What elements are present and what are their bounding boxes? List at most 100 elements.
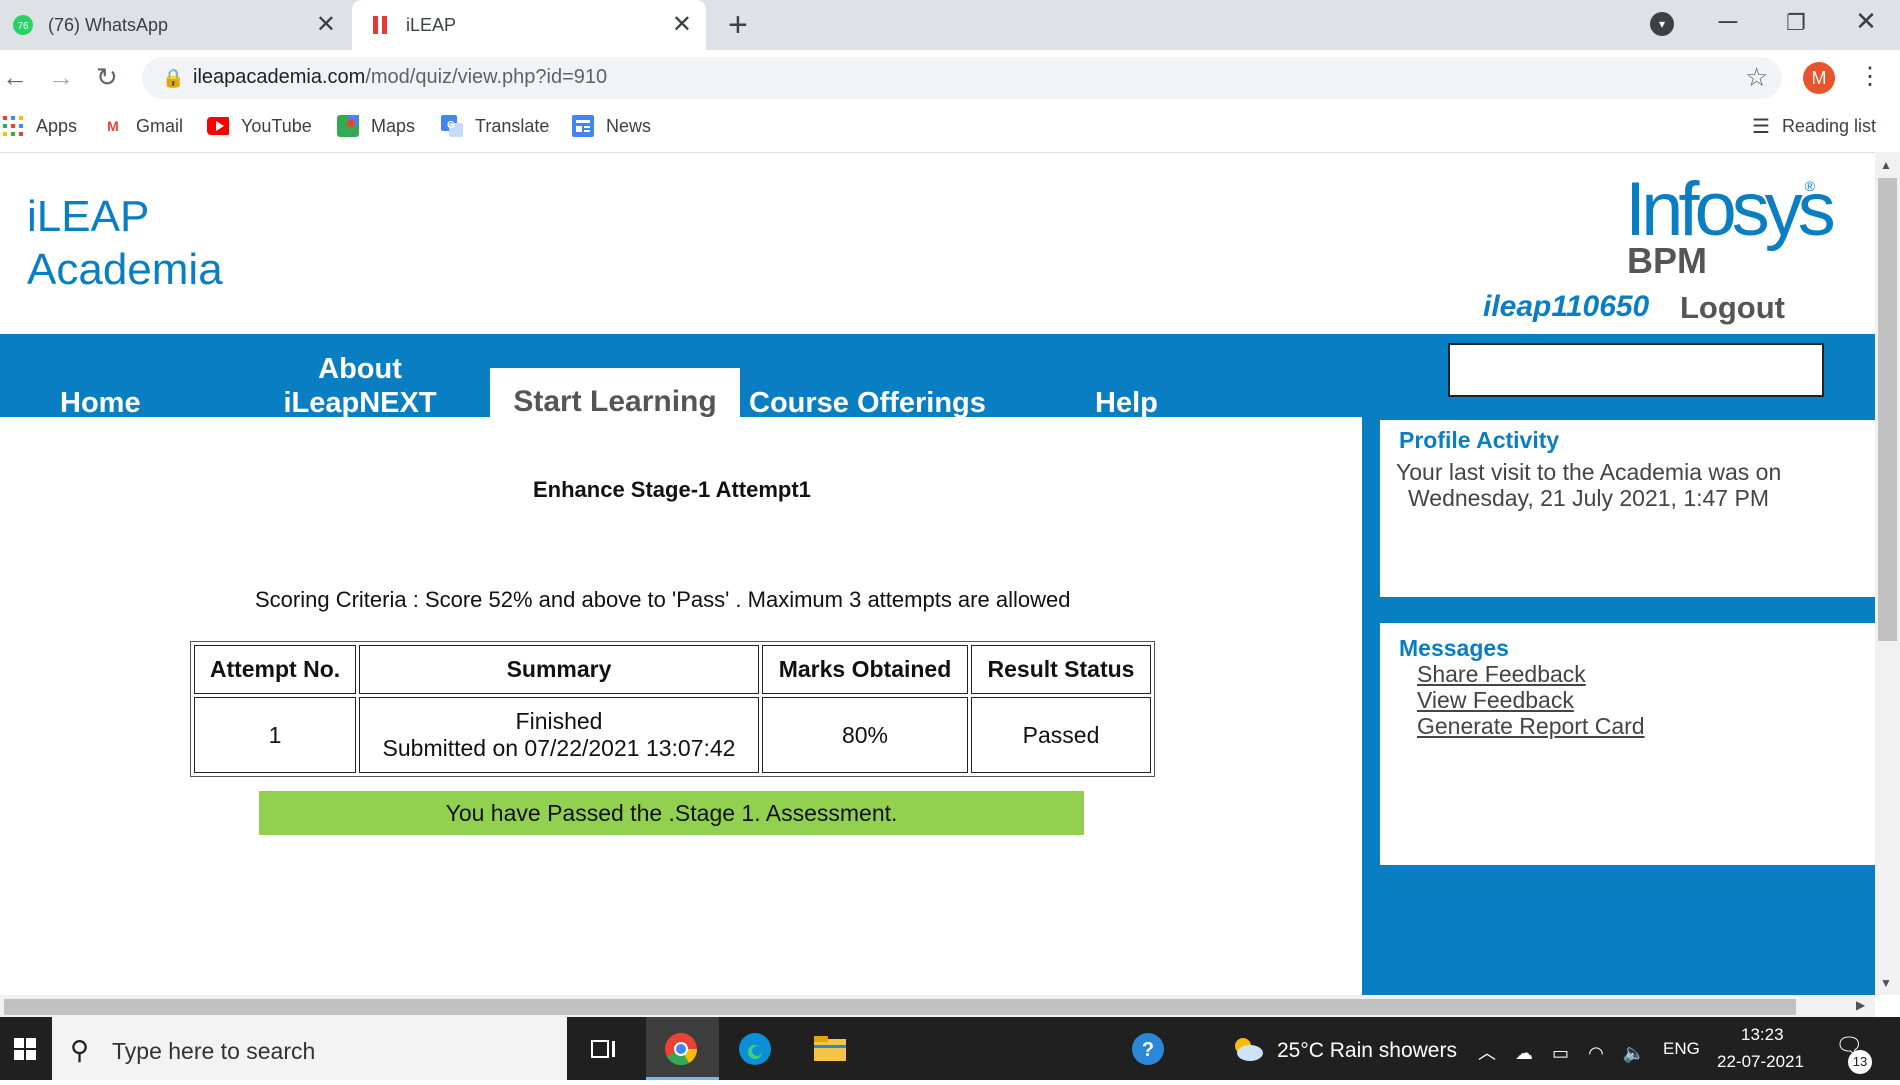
profile-activity-heading: Profile Activity: [1399, 427, 1560, 453]
tab-ileap[interactable]: iLEAP ✕: [352, 0, 706, 50]
scroll-down-arrow-icon[interactable]: ▼: [1880, 976, 1892, 990]
bookmark-label: Gmail: [136, 115, 184, 136]
bookmark-youtube[interactable]: YouTube: [207, 114, 312, 138]
language-indicator[interactable]: ENG: [1663, 1039, 1700, 1059]
task-view-icon[interactable]: [584, 1029, 624, 1069]
youtube-icon: [207, 115, 229, 137]
scoring-criteria: Scoring Criteria : Score 52% and above t…: [255, 587, 1071, 612]
back-icon[interactable]: ←: [2, 62, 28, 93]
generate-report-card-link[interactable]: Generate Report Card: [1417, 713, 1645, 740]
weather-icon[interactable]: [1228, 1029, 1268, 1069]
infosys-bpm-logo: Infosys BPM ®: [1625, 167, 1836, 282]
bookmark-star-icon[interactable]: ☆: [1745, 62, 1768, 93]
search-icon: ⚲: [70, 1035, 90, 1065]
bookmark-apps[interactable]: Apps: [2, 114, 77, 138]
vertical-scroll-thumb[interactable]: [1878, 178, 1897, 641]
clock-time[interactable]: 13:23: [1741, 1025, 1784, 1045]
nav-about[interactable]: About iLeapNEXT: [270, 352, 450, 420]
bookmark-maps[interactable]: Maps: [337, 114, 415, 138]
site-title[interactable]: iLEAP Academia: [27, 190, 223, 296]
bookmark-gmail[interactable]: M Gmail: [102, 114, 183, 138]
username-link[interactable]: ileap110650: [1483, 290, 1649, 324]
svg-text:?: ?: [1142, 1039, 1154, 1061]
close-tab-icon[interactable]: ✕: [672, 10, 692, 39]
column-header: Attempt No.: [194, 645, 356, 694]
reload-icon[interactable]: ↻: [96, 62, 118, 93]
forward-icon[interactable]: →: [48, 62, 74, 93]
edge-icon[interactable]: [735, 1029, 775, 1069]
profile-avatar[interactable]: M: [1803, 62, 1835, 94]
close-window-icon[interactable]: ✕: [1846, 6, 1886, 37]
chevron-up-icon[interactable]: ︿: [1478, 1043, 1496, 1063]
logo-brand: Infosys: [1625, 167, 1836, 252]
nav-help[interactable]: Help: [1095, 387, 1158, 420]
logo-sub: BPM: [1627, 240, 1707, 281]
new-tab-button[interactable]: +: [728, 6, 748, 45]
reading-list-label: Reading list: [1781, 116, 1876, 136]
chrome-icon[interactable]: [661, 1029, 701, 1069]
taskbar-search-placeholder: Type here to search: [112, 1038, 316, 1064]
translate-icon: G: [441, 115, 463, 137]
bookmark-label: Maps: [371, 115, 416, 136]
restore-icon[interactable]: ❐: [1776, 10, 1816, 36]
help-icon[interactable]: ?: [1128, 1029, 1168, 1069]
bookmark-translate[interactable]: G Translate: [441, 114, 549, 138]
bookmark-news[interactable]: News: [572, 114, 651, 138]
start-button[interactable]: [0, 1017, 52, 1080]
reading-list-button[interactable]: ☰ Reading list: [1752, 114, 1876, 139]
site-title-line1: iLEAP: [27, 192, 150, 241]
scroll-up-arrow-icon[interactable]: ▲: [1880, 158, 1892, 172]
apps-grid-icon: [2, 115, 24, 137]
messages-heading: Messages: [1399, 635, 1509, 661]
wifi-icon[interactable]: ◠: [1588, 1043, 1604, 1063]
column-header: Summary: [359, 645, 759, 694]
lock-icon[interactable]: 🔒: [162, 68, 184, 89]
nav-home[interactable]: Home: [60, 387, 141, 420]
last-visit-text: Your last visit to the Academia was on: [1396, 459, 1782, 485]
nav-about-line2: iLeapNEXT: [283, 387, 437, 419]
table-header-row: Attempt No. Summary Marks Obtained Resul…: [194, 645, 1151, 694]
summary-status: Finished: [515, 708, 603, 734]
horizontal-scroll-thumb[interactable]: [4, 999, 1796, 1015]
scroll-right-arrow-icon[interactable]: ▶: [1856, 998, 1865, 1012]
column-header: Marks Obtained: [762, 645, 968, 694]
url-text[interactable]: ileapacademia.com/mod/quiz/view.php?id=9…: [193, 66, 607, 89]
clock-date[interactable]: 22-07-2021: [1717, 1052, 1804, 1072]
svg-text:76: 76: [17, 21, 29, 32]
attempt-summary: Finished Submitted on 07/22/2021 13:07:4…: [359, 697, 759, 773]
tab-title: iLEAP: [406, 14, 457, 35]
search-input[interactable]: [1448, 343, 1824, 397]
table-row: 1 Finished Submitted on 07/22/2021 13:07…: [194, 697, 1151, 773]
result-status: Passed: [971, 697, 1151, 773]
logo-registered-mark: ®: [1804, 178, 1815, 194]
gmail-icon: M: [107, 118, 119, 134]
nav-course-offerings[interactable]: Course Offerings: [749, 387, 986, 420]
onedrive-cloud-icon[interactable]: ☁: [1515, 1043, 1533, 1063]
svg-text:G: G: [447, 120, 455, 131]
weather-text[interactable]: 25°C Rain showers: [1277, 1039, 1457, 1063]
maps-icon: [337, 115, 359, 137]
nav-start-learning[interactable]: Start Learning: [490, 368, 740, 418]
summary-submitted: Submitted on 07/22/2021 13:07:42: [382, 735, 736, 761]
attempt-number: 1: [194, 697, 356, 773]
quiz-title: Enhance Stage-1 Attempt1: [533, 477, 811, 502]
battery-icon[interactable]: ▭: [1552, 1043, 1569, 1063]
pass-banner: You have Passed the .Stage 1. Assessment…: [259, 791, 1084, 835]
logout-link[interactable]: Logout: [1680, 290, 1785, 326]
system-tray[interactable]: ︿ ☁ ▭ ◠ 🔈: [1478, 1039, 1645, 1065]
tab-search-icon[interactable]: ▾: [1650, 12, 1674, 36]
bookmark-label: YouTube: [241, 115, 312, 136]
share-feedback-link[interactable]: Share Feedback: [1417, 661, 1586, 688]
file-explorer-icon[interactable]: [810, 1029, 850, 1069]
site-title-line2: Academia: [27, 245, 223, 294]
attempts-table: Attempt No. Summary Marks Obtained Resul…: [190, 641, 1155, 777]
volume-icon[interactable]: 🔈: [1623, 1043, 1645, 1063]
bookmark-label: Apps: [36, 115, 78, 136]
tab-whatsapp[interactable]: 76 (76) WhatsApp ✕: [0, 0, 350, 50]
windows-icon: [14, 1038, 36, 1060]
close-tab-icon[interactable]: ✕: [316, 10, 336, 39]
view-feedback-link[interactable]: View Feedback: [1417, 687, 1574, 714]
minimize-icon[interactable]: ─: [1708, 6, 1748, 37]
menu-icon[interactable]: ⋮: [1858, 62, 1882, 91]
reading-list-icon: ☰: [1752, 116, 1770, 138]
